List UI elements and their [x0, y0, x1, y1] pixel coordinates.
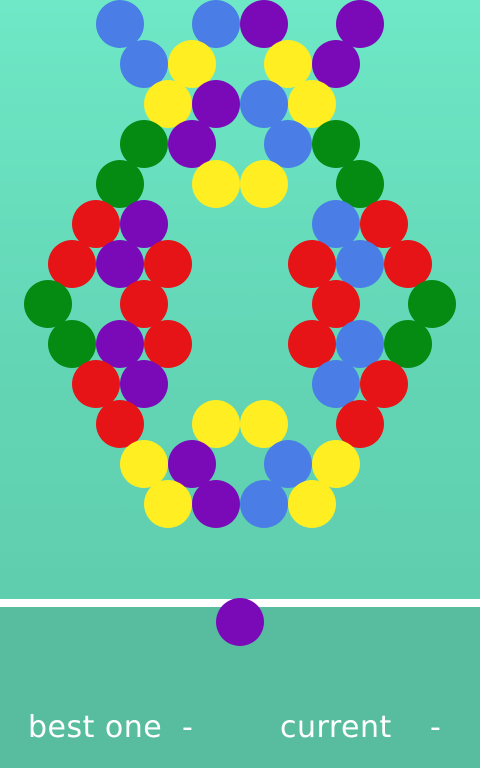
yellow-bubble: [288, 480, 336, 528]
best-score-value: -: [182, 710, 194, 745]
game-screen[interactable]: best one - current -: [0, 0, 480, 768]
blue-bubble: [240, 480, 288, 528]
yellow-bubble: [192, 160, 240, 208]
bubble-board[interactable]: [0, 0, 480, 600]
current-score-label: current: [280, 710, 392, 745]
best-score-label: best one: [28, 710, 163, 745]
purple-bubble: [192, 480, 240, 528]
yellow-bubble: [240, 160, 288, 208]
current-bubble[interactable]: [216, 598, 264, 646]
current-score-value: -: [430, 710, 442, 745]
yellow-bubble: [144, 480, 192, 528]
